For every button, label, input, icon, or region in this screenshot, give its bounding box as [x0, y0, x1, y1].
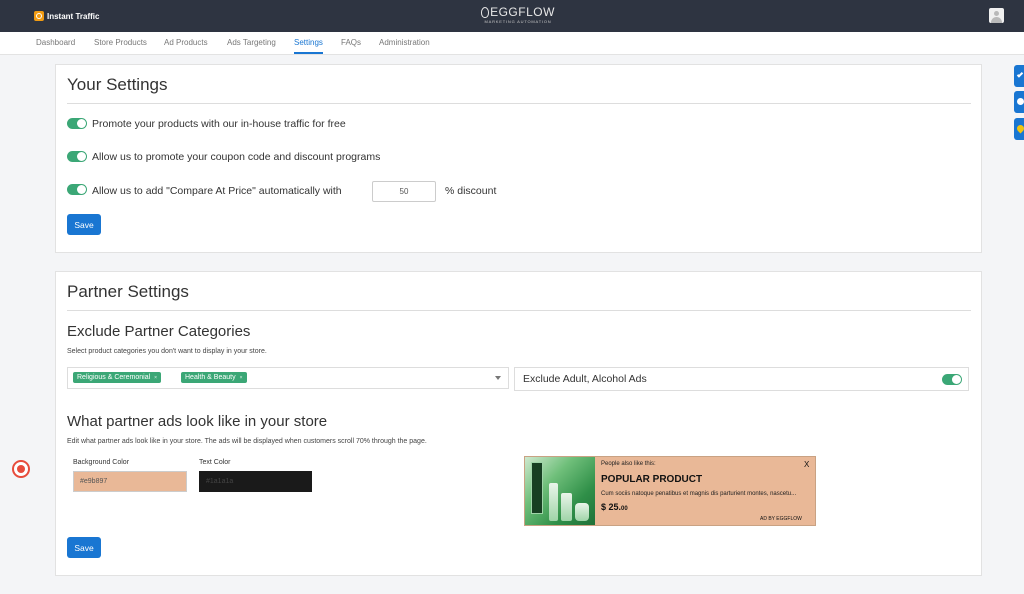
compare-price-label: Allow us to add "Compare At Price" autom…	[92, 185, 342, 197]
chip-remove-icon[interactable]: ×	[240, 375, 243, 381]
chip-religious-ceremonial: Religious & Ceremonial ×	[73, 372, 162, 383]
ad-product-price: $ 25.00	[601, 502, 628, 512]
nav-faqs[interactable]: FAQs	[341, 38, 361, 54]
chip-health-beauty: Health & Beauty ×	[181, 372, 247, 383]
exclude-adult-field: Exclude Adult, Alcohol Ads	[514, 367, 969, 391]
exclude-categories-title: Exclude Partner Categories	[67, 323, 251, 340]
egg-icon	[481, 6, 490, 18]
discount-suffix: % discount	[445, 185, 497, 197]
text-color-input[interactable]: #1a1a1a	[199, 471, 312, 492]
nav-administration[interactable]: Administration	[379, 38, 430, 54]
text-color-label: Text Color	[199, 459, 231, 466]
nav-settings[interactable]: Settings	[294, 38, 323, 54]
ad-look-title: What partner ads look like in your store	[67, 413, 328, 430]
divider	[67, 310, 971, 311]
jar-graphic	[575, 503, 589, 521]
save-partner-button[interactable]: Save	[67, 537, 101, 558]
close-icon[interactable]: X	[804, 460, 809, 469]
ad-byline: AD BY EGGFLOW	[760, 516, 802, 522]
nav-ads-targeting[interactable]: Ads Targeting	[227, 38, 276, 54]
chip-label: Religious & Ceremonial	[77, 374, 151, 381]
bottle-graphic	[549, 483, 558, 521]
eggflow-logo: EGGFLOW MARKETING AUTOMATION	[478, 5, 558, 27]
user-avatar-icon[interactable]	[989, 8, 1004, 23]
logo-tagline: MARKETING AUTOMATION	[484, 19, 552, 24]
chat-icon	[1017, 98, 1024, 105]
ad-preview: People also like this: X POPULAR PRODUCT…	[524, 456, 816, 526]
promote-coupons-label: Allow us to promote your coupon code and…	[92, 151, 381, 163]
side-tab-check[interactable]	[1014, 65, 1024, 87]
notification-bell-icon[interactable]	[12, 460, 30, 478]
ad-product-description: Cum sociis natoque penatibus et magnis d…	[601, 491, 797, 497]
bottle-graphic	[561, 493, 572, 521]
heart-icon	[1015, 123, 1024, 134]
nav-ad-products[interactable]: Ad Products	[164, 38, 208, 54]
partner-settings-title: Partner Settings	[67, 282, 189, 301]
compare-price-toggle[interactable]	[67, 184, 87, 195]
exclude-adult-label: Exclude Adult, Alcohol Ads	[523, 373, 647, 385]
side-tab-chat[interactable]	[1014, 91, 1024, 113]
top-bar: Instant Traffic EGGFLOW MARKETING AUTOMA…	[0, 0, 1024, 32]
chip-remove-icon[interactable]: ×	[154, 375, 157, 381]
partner-settings-card: Partner Settings Exclude Partner Categor…	[55, 271, 982, 576]
ad-look-help: Edit what partner ads look like in your …	[67, 438, 427, 445]
side-tab-favorite[interactable]	[1014, 118, 1024, 140]
product-box-graphic	[531, 462, 543, 514]
bg-color-input[interactable]: #e9b897	[73, 471, 187, 492]
save-settings-button[interactable]: Save	[67, 214, 101, 235]
instant-traffic-logo-icon	[34, 11, 44, 21]
your-settings-title: Your Settings	[67, 75, 168, 94]
discount-input[interactable]: 50	[372, 181, 436, 202]
nav-dashboard[interactable]: Dashboard	[36, 38, 75, 54]
promote-products-label: Promote your products with our in-house …	[92, 118, 346, 130]
main-nav: Dashboard Store Products Ad Products Ads…	[0, 32, 1024, 55]
bg-color-label: Background Color	[73, 459, 130, 466]
promote-products-toggle[interactable]	[67, 118, 87, 129]
exclude-adult-toggle[interactable]	[942, 374, 962, 385]
chevron-down-icon[interactable]	[495, 376, 501, 380]
nav-store-products[interactable]: Store Products	[94, 38, 147, 54]
app-brand[interactable]: Instant Traffic	[34, 10, 99, 22]
logo-text: EGGFLOW	[490, 5, 555, 19]
check-icon	[1016, 71, 1024, 78]
exclude-categories-help: Select product categories you don't want…	[67, 348, 267, 355]
promote-coupons-toggle[interactable]	[67, 151, 87, 162]
ad-product-title: POPULAR PRODUCT	[601, 474, 703, 485]
app-name: Instant Traffic	[47, 11, 100, 21]
your-settings-card: Your Settings Promote your products with…	[55, 64, 982, 253]
divider	[67, 103, 971, 104]
people-also-like: People also like this:	[601, 461, 656, 467]
chip-label: Health & Beauty	[185, 374, 236, 381]
product-image	[525, 457, 595, 525]
category-multiselect[interactable]: Religious & Ceremonial × Health & Beauty…	[67, 367, 509, 389]
